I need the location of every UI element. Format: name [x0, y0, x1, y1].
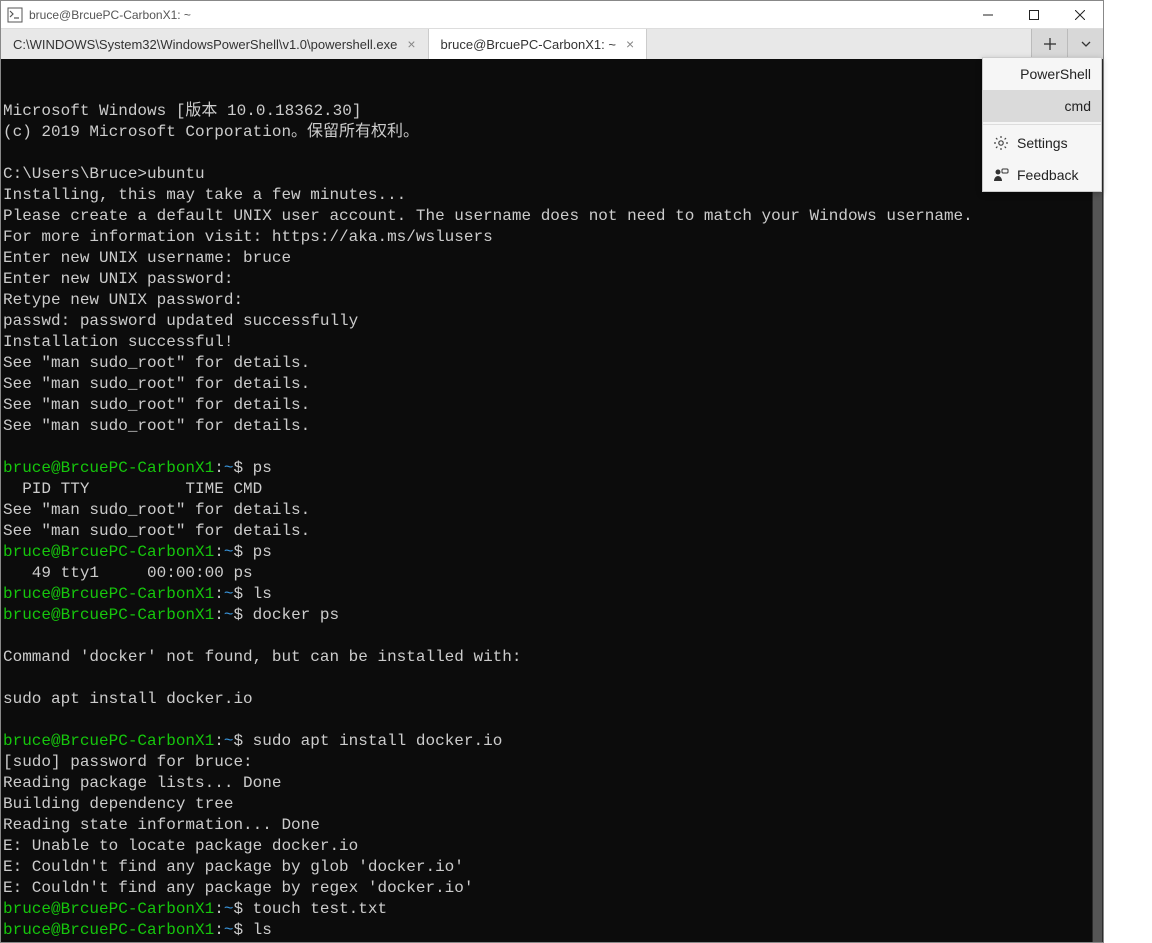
terminal-line: Enter new UNIX password:: [3, 269, 1101, 290]
terminal-line: For more information visit: https://aka.…: [3, 227, 1101, 248]
terminal-line: C:\Users\Bruce>ubuntu: [3, 164, 1101, 185]
close-icon[interactable]: ×: [407, 37, 415, 51]
new-tab-button[interactable]: [1031, 29, 1067, 59]
terminal-line: Microsoft Windows [版本 10.0.18362.30]: [3, 101, 1101, 122]
window-title: bruce@BrcuePC-CarbonX1: ~: [29, 8, 965, 22]
menu-item-feedback[interactable]: Feedback: [983, 159, 1101, 191]
terminal-line: See "man sudo_root" for details.: [3, 500, 1101, 521]
terminal-line: Building dependency tree: [3, 794, 1101, 815]
tab-dropdown-button[interactable]: [1067, 29, 1103, 59]
new-tab-dropdown: PowerShell cmd Settings Feedback: [982, 57, 1102, 192]
menu-item-powershell[interactable]: PowerShell: [983, 58, 1101, 90]
terminal-line: E: Couldn't find any package by glob 'do…: [3, 857, 1101, 878]
terminal-line: [3, 626, 1101, 647]
terminal-line: (c) 2019 Microsoft Corporation。保留所有权利。: [3, 122, 1101, 143]
terminal-line: bruce@BrcuePC-CarbonX1:~$ ls: [3, 920, 1101, 941]
terminal-line: passwd: password updated successfully: [3, 311, 1101, 332]
terminal-line: [3, 668, 1101, 689]
terminal-line: Command 'docker' not found, but can be i…: [3, 647, 1101, 668]
terminal-line: sudo apt install docker.io: [3, 689, 1101, 710]
terminal-pane[interactable]: Microsoft Windows [版本 10.0.18362.30](c) …: [1, 59, 1103, 942]
terminal-line: E: Unable to locate package docker.io: [3, 836, 1101, 857]
terminal-line: See "man sudo_root" for details.: [3, 416, 1101, 437]
terminal-line: See "man sudo_root" for details.: [3, 374, 1101, 395]
chevron-down-icon: [1080, 38, 1092, 50]
terminal-line: 49 tty1 00:00:00 ps: [3, 563, 1101, 584]
terminal-line: bruce@BrcuePC-CarbonX1:~$ ps: [3, 542, 1101, 563]
menu-item-label: Settings: [1017, 135, 1068, 151]
close-icon[interactable]: ×: [626, 37, 634, 51]
terminal-line: [3, 710, 1101, 731]
window-controls: [965, 1, 1103, 29]
terminal-line: [3, 437, 1101, 458]
terminal-line: See "man sudo_root" for details.: [3, 353, 1101, 374]
terminal-line: bruce@BrcuePC-CarbonX1:~$ docker ps: [3, 605, 1101, 626]
terminal-line: Installation successful!: [3, 332, 1101, 353]
terminal-line: Reading state information... Done: [3, 815, 1101, 836]
plus-icon: [1043, 37, 1057, 51]
menu-item-label: PowerShell: [1020, 66, 1091, 82]
tab-label: C:\WINDOWS\System32\WindowsPowerShell\v1…: [13, 37, 397, 52]
terminal-line: [3, 143, 1101, 164]
terminal-line: Reading package lists... Done: [3, 773, 1101, 794]
terminal-line: bruce@BrcuePC-CarbonX1:~$ sudo apt insta…: [3, 731, 1101, 752]
minimize-button[interactable]: [965, 1, 1011, 29]
menu-item-label: Feedback: [1017, 167, 1078, 183]
maximize-button[interactable]: [1011, 1, 1057, 29]
terminal-line: bruce@BrcuePC-CarbonX1:~$ touch test.txt: [3, 899, 1101, 920]
close-button[interactable]: [1057, 1, 1103, 29]
app-icon: [7, 7, 23, 23]
terminal-line: See "man sudo_root" for details.: [3, 395, 1101, 416]
titlebar: bruce@BrcuePC-CarbonX1: ~: [1, 1, 1103, 29]
terminal-window: bruce@BrcuePC-CarbonX1: ~ C:\WINDOWS\Sys…: [0, 0, 1104, 943]
terminal-line: bruce@BrcuePC-CarbonX1:~$ ps: [3, 458, 1101, 479]
terminal-line: PID TTY TIME CMD: [3, 479, 1101, 500]
terminal-line: E: Couldn't find any package by regex 'd…: [3, 878, 1101, 899]
terminal-line: Installing, this may take a few minutes.…: [3, 185, 1101, 206]
tab-ubuntu[interactable]: bruce@BrcuePC-CarbonX1: ~ ×: [429, 29, 648, 59]
terminal-line: Please create a default UNIX user accoun…: [3, 206, 1101, 227]
gear-icon: [993, 135, 1009, 151]
terminal-line: bruce@BrcuePC-CarbonX1:~$ ls: [3, 584, 1101, 605]
terminal-line: See "man sudo_root" for details.: [3, 521, 1101, 542]
terminal-line: test.txt: [3, 941, 1101, 942]
menu-item-settings[interactable]: Settings: [983, 127, 1101, 159]
terminal-line: Retype new UNIX password:: [3, 290, 1101, 311]
tab-label: bruce@BrcuePC-CarbonX1: ~: [441, 37, 616, 52]
menu-item-label: cmd: [1065, 98, 1091, 114]
tab-powershell[interactable]: C:\WINDOWS\System32\WindowsPowerShell\v1…: [1, 29, 429, 59]
menu-separator: [983, 124, 1101, 125]
menu-item-cmd[interactable]: cmd: [983, 90, 1101, 122]
terminal-line: [sudo] password for bruce:: [3, 752, 1101, 773]
feedback-icon: [993, 167, 1009, 183]
terminal-line: Enter new UNIX username: bruce: [3, 248, 1101, 269]
tab-strip: C:\WINDOWS\System32\WindowsPowerShell\v1…: [1, 29, 1103, 59]
